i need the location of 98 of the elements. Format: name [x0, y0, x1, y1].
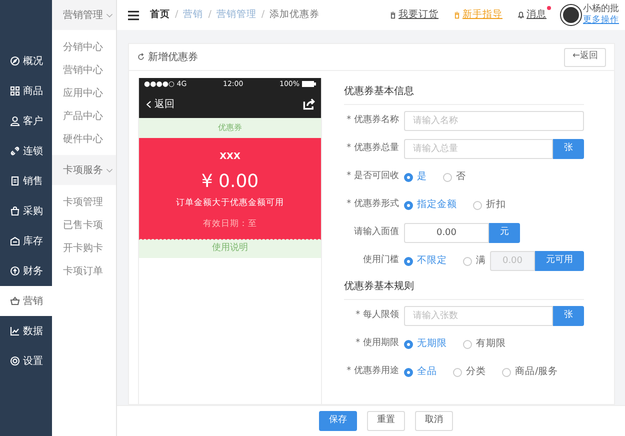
- submenu-item[interactable]: 营销中心: [52, 59, 116, 82]
- breadcrumb-current: 添加优惠券: [270, 8, 320, 22]
- breadcrumb-separator: /: [208, 8, 212, 22]
- bell-icon: [516, 11, 524, 19]
- field-label: * 优惠券用途: [346, 365, 400, 378]
- compass-icon: [10, 56, 20, 66]
- chart-icon: [10, 326, 20, 336]
- sidebar-item[interactable]: 采购: [0, 196, 52, 226]
- input-field[interactable]: 请输入名称: [404, 111, 584, 131]
- section-title: 优惠券基本信息: [344, 80, 584, 105]
- sidebar-item[interactable]: 数据: [0, 316, 52, 346]
- section-title: 优惠券基本规则: [344, 275, 584, 300]
- radio-button[interactable]: [473, 200, 482, 210]
- basket-icon: [10, 296, 20, 306]
- sidebar-item[interactable]: 概况: [0, 46, 52, 76]
- submenu-header[interactable]: 卡项服务: [52, 155, 116, 185]
- input-field[interactable]: 请输入总量: [404, 139, 553, 159]
- unit-button[interactable]: 张: [553, 139, 584, 159]
- input-field[interactable]: 请输入张数: [404, 306, 553, 326]
- submenu-item[interactable]: 开卡购卡: [52, 237, 116, 260]
- sidebar-item[interactable]: 客户: [0, 106, 52, 136]
- sidebar-item[interactable]: 销售: [0, 166, 52, 196]
- radio-button[interactable]: [404, 172, 413, 182]
- sidebar-item[interactable]: 设置: [0, 346, 52, 376]
- sidebar-item[interactable]: 连锁: [0, 136, 52, 166]
- submenu-item[interactable]: 硬件中心: [52, 128, 116, 151]
- radio-label[interactable]: 折扣: [486, 198, 506, 212]
- radio-label[interactable]: 全品: [417, 364, 437, 380]
- breadcrumb-link[interactable]: 营销: [183, 8, 204, 22]
- footer-button[interactable]: 取消: [415, 411, 453, 431]
- chevron-left-icon: [145, 98, 152, 110]
- sidebar-item[interactable]: 营销: [0, 286, 52, 316]
- card-title: 新增优惠券: [148, 50, 198, 64]
- radio-button[interactable]: [463, 340, 472, 348]
- refresh-icon: [137, 53, 145, 61]
- footer-button[interactable]: 保存: [319, 411, 357, 431]
- submenu-item[interactable]: 产品中心: [52, 105, 116, 128]
- chevron-down-icon: [106, 166, 113, 174]
- unit-button[interactable]: 元: [489, 223, 520, 243]
- back-button[interactable]: ←返回: [564, 48, 606, 66]
- person-icon: [10, 116, 20, 126]
- battery-icon: [302, 81, 316, 87]
- radio-button[interactable]: [404, 368, 413, 376]
- bag-icon: [10, 206, 20, 216]
- coupon-name: XXX: [220, 151, 240, 164]
- unit-button[interactable]: 张: [553, 306, 584, 326]
- radio-label[interactable]: 分类: [466, 364, 486, 380]
- submenu-item[interactable]: 已售卡项: [52, 214, 116, 237]
- field-label: * 优惠券名称: [346, 114, 400, 128]
- footer-button[interactable]: 重置: [367, 411, 405, 431]
- coupon-amount: ¥ 0.00: [201, 170, 259, 192]
- sidebar-item[interactable]: 财务: [0, 256, 52, 286]
- sidebar-item[interactable]: 商品: [0, 76, 52, 106]
- submenu-item[interactable]: 应用中心: [52, 82, 116, 105]
- header-link[interactable]: 新手指导: [452, 8, 502, 22]
- breadcrumb-link[interactable]: 首页: [150, 8, 170, 22]
- submenu-header[interactable]: 营销管理: [52, 0, 116, 30]
- field-label: * 每人限领: [354, 309, 400, 322]
- field-label: 使用门槛: [362, 254, 400, 268]
- grid-icon: [10, 86, 20, 96]
- header-link[interactable]: 消息: [516, 8, 546, 22]
- document-icon: [10, 176, 20, 186]
- radio-label[interactable]: 是: [417, 170, 427, 184]
- field-label: * 是否可回收: [346, 170, 400, 184]
- value-field[interactable]: 0.00: [404, 223, 489, 243]
- radio-label[interactable]: 指定金额: [417, 198, 457, 212]
- breadcrumb-link[interactable]: 营销管理: [216, 8, 256, 22]
- submenu-item[interactable]: 卡项订单: [52, 260, 116, 283]
- radio-label[interactable]: 无期限: [417, 336, 447, 352]
- radio-button[interactable]: [404, 200, 413, 210]
- radio-label[interactable]: 否: [456, 170, 466, 184]
- submenu-item[interactable]: 分销中心: [52, 36, 116, 59]
- radio-button[interactable]: [453, 368, 462, 376]
- sidebar-item[interactable]: 库存: [0, 226, 52, 256]
- coupon-validity: 有效日期：至: [203, 218, 257, 231]
- coupon-condition: 订单金额大于优惠金额可用: [176, 196, 284, 210]
- radio-button[interactable]: [502, 368, 511, 376]
- more-actions-link[interactable]: 更多操作: [583, 15, 619, 26]
- user-name: 小杨的批: [583, 4, 619, 15]
- radio-label[interactable]: 有期限: [476, 336, 506, 352]
- breadcrumb-separator: /: [175, 8, 178, 22]
- settings-icon: [10, 356, 20, 366]
- share-icon: [303, 98, 315, 110]
- radio-label[interactable]: 商品/服务: [515, 364, 558, 380]
- field-label: 请输入面值: [353, 226, 400, 240]
- phone-back-link[interactable]: 返回: [145, 96, 174, 112]
- chevron-down-icon: [106, 12, 113, 18]
- breadcrumb-separator: /: [261, 8, 265, 22]
- field-label: * 优惠券形式: [346, 198, 400, 212]
- radio-button[interactable]: [443, 172, 452, 182]
- avatar[interactable]: [560, 5, 580, 25]
- menu-icon: [127, 10, 140, 20]
- header-link[interactable]: 我要订货: [388, 8, 438, 22]
- submenu-item[interactable]: 卡项管理: [52, 191, 116, 214]
- usage-note: 使用说明: [139, 240, 321, 258]
- field-label: * 使用期限: [354, 337, 400, 350]
- field-label: * 优惠券总量: [346, 142, 400, 156]
- radio-button[interactable]: [404, 340, 413, 348]
